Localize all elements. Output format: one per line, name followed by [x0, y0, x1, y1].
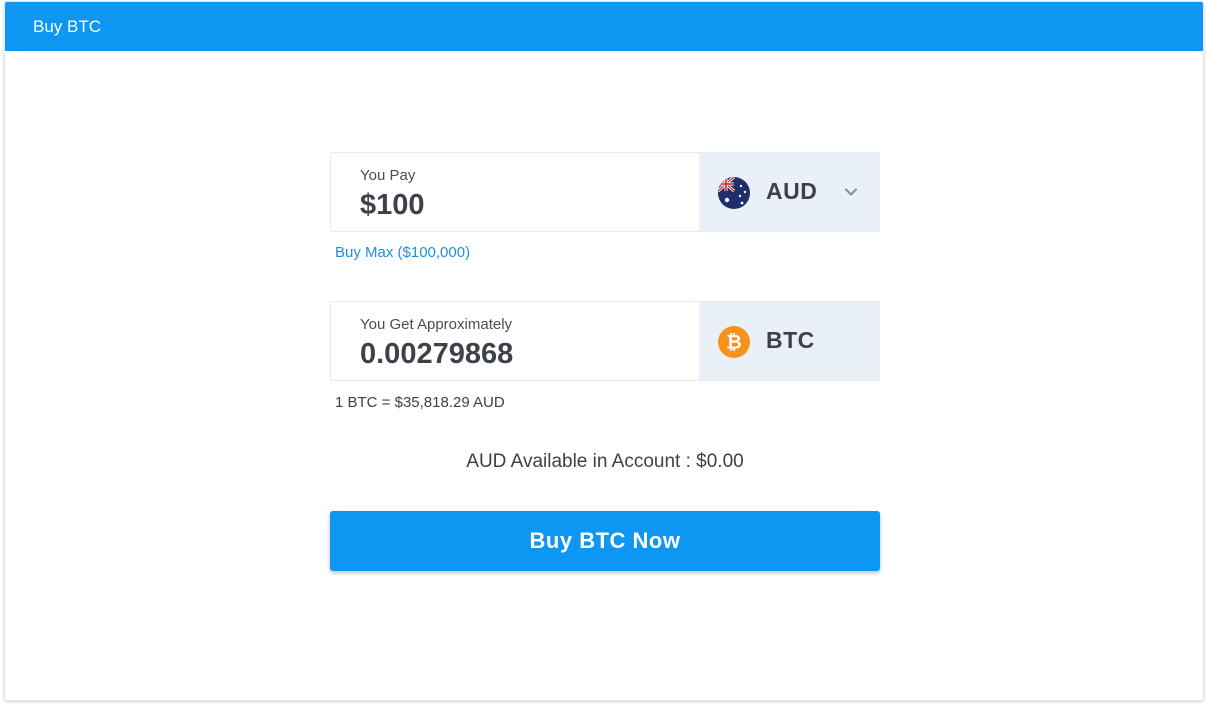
get-currency-code: BTC	[766, 327, 815, 353]
chevron-down-icon	[844, 188, 858, 196]
pay-amount-input[interactable]	[360, 189, 680, 222]
get-field: You Get Approximately ₿ BTC	[330, 301, 880, 381]
buy-max-link[interactable]: Buy Max ($100,000)	[335, 244, 470, 261]
pay-amount-area[interactable]: You Pay	[331, 153, 701, 231]
pay-field: You Pay $100 AUD	[330, 152, 880, 232]
get-amount-input[interactable]	[360, 338, 680, 371]
get-currency: ₿ BTC	[699, 302, 879, 380]
buy-panel: Buy BTC You Pay $100 AUD Buy Max ($100,0…	[4, 1, 1204, 701]
panel-header: Buy BTC	[5, 2, 1203, 51]
available-balance-text: AUD Available in Account : $0.00	[466, 451, 744, 472]
svg-text:₿: ₿	[726, 332, 741, 354]
exchange-rate-text: 1 BTC = $35,818.29 AUD	[335, 394, 505, 411]
pay-label: You Pay	[360, 167, 416, 184]
pay-currency-code: AUD	[766, 178, 818, 204]
panel-title: Buy BTC	[33, 17, 102, 36]
australia-flag-icon	[718, 177, 750, 209]
get-label: You Get Approximately	[360, 316, 513, 333]
buy-btc-now-button[interactable]: Buy BTC Now	[330, 511, 880, 571]
bitcoin-icon: ₿	[718, 326, 750, 358]
get-amount-area[interactable]: You Get Approximately	[331, 302, 701, 380]
pay-currency-select[interactable]: AUD	[699, 153, 879, 231]
